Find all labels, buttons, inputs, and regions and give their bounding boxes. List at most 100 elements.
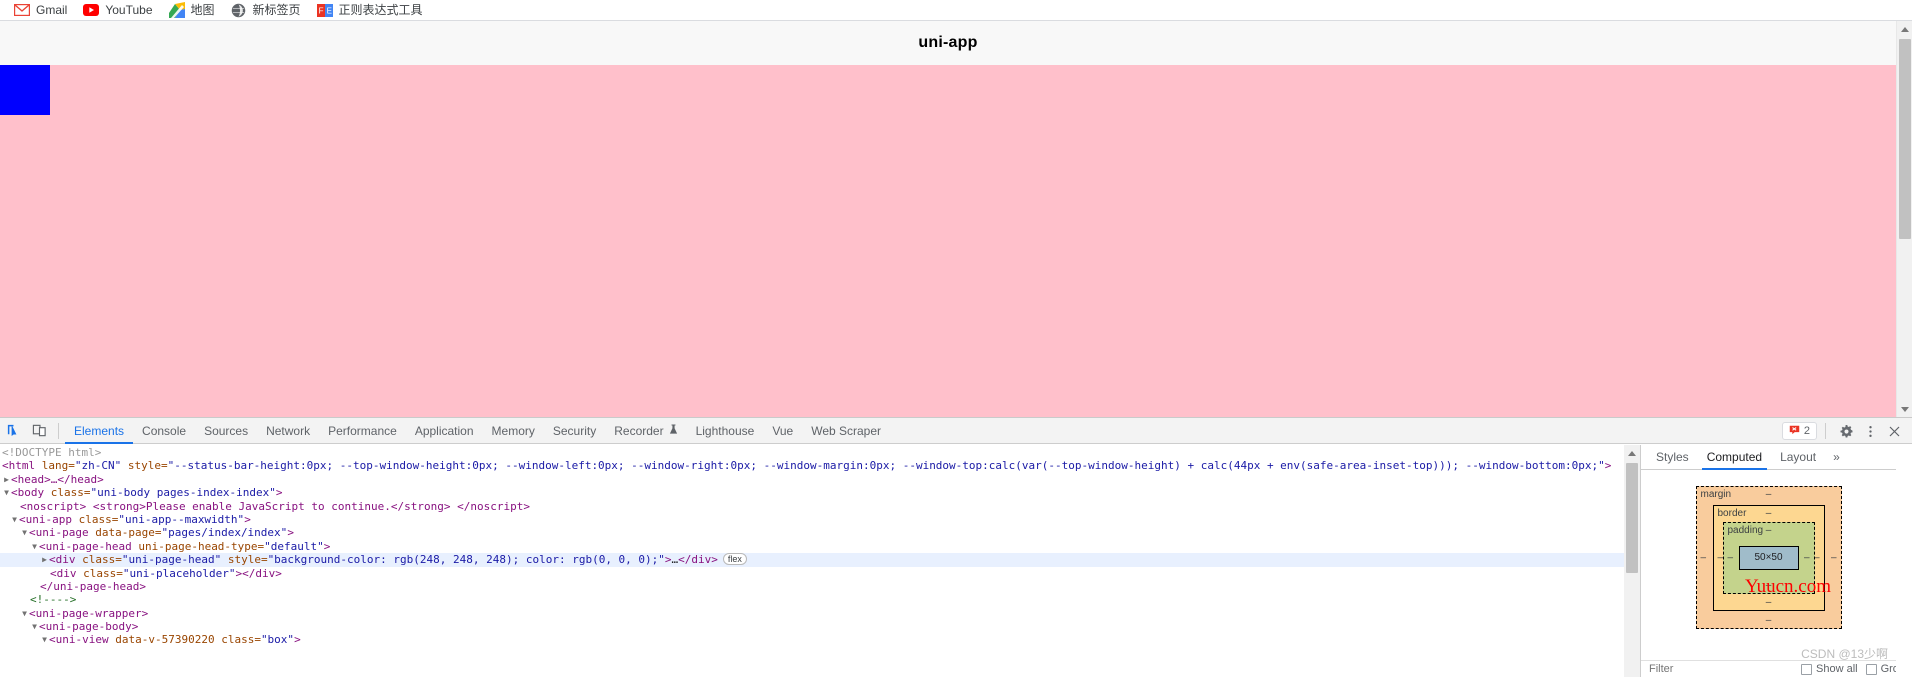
dom-tree: <!DOCTYPE html> <html lang="zh-CN" style…: [0, 445, 1624, 647]
collapse-triangle-icon[interactable]: [10, 513, 19, 526]
collapse-triangle-icon[interactable]: [20, 607, 29, 620]
inspect-element-icon[interactable]: [0, 419, 26, 443]
dom-line[interactable]: </uni-page-head>: [0, 580, 1624, 593]
dom-line[interactable]: <!---->: [0, 593, 1624, 606]
collapse-triangle-icon[interactable]: [2, 486, 11, 499]
bookmark-new-tab[interactable]: 新标签页: [223, 1, 309, 20]
attr-name: class=: [71, 512, 119, 526]
tag-name: <uni-page: [29, 526, 89, 540]
margin-left-value[interactable]: –: [1701, 552, 1707, 563]
attr-value: "pages/index/index": [161, 526, 288, 540]
dom-line[interactable]: <body class="uni-body pages-index-index"…: [0, 486, 1624, 499]
border-bottom-value[interactable]: –: [1766, 597, 1772, 608]
tab-recorder[interactable]: Recorder: [605, 418, 686, 444]
dom-line[interactable]: <div class="uni-placeholder"></div>: [0, 567, 1624, 580]
collapsed-node: <head>…</head>: [11, 472, 104, 486]
bookmark-youtube[interactable]: YouTube: [75, 1, 160, 20]
attr-name: class=: [76, 566, 123, 580]
dom-line[interactable]: <uni-app class="uni-app--maxwidth">: [0, 513, 1624, 526]
settings-gear-icon[interactable]: [1834, 419, 1858, 443]
dom-line-selected[interactable]: <div class="uni-page-head" style="backgr…: [0, 553, 1624, 567]
box-model-border[interactable]: border – – – – padding – – – – 50×50: [1712, 504, 1825, 611]
error-count-badge[interactable]: 2: [1781, 422, 1817, 440]
computed-filter-input[interactable]: [1647, 662, 1793, 676]
attr-value: "default": [264, 539, 324, 553]
expand-triangle-icon[interactable]: [2, 473, 11, 486]
more-options-icon[interactable]: [1858, 419, 1882, 443]
flex-badge[interactable]: flex: [722, 553, 747, 566]
close-devtools-icon[interactable]: [1882, 419, 1906, 443]
devtools-toolbar-right: 2: [1781, 418, 1906, 444]
tab-web-scraper[interactable]: Web Scraper: [802, 418, 890, 444]
scroll-up-arrow-icon[interactable]: [1897, 21, 1912, 37]
page-vertical-scrollbar[interactable]: [1896, 21, 1912, 417]
tab-label: Lighthouse: [695, 423, 755, 438]
dom-tree-scrollbar[interactable]: [1624, 445, 1640, 677]
padding-right-value[interactable]: –: [1804, 552, 1810, 563]
noscript-node: <noscript> <strong>Please enable JavaScr…: [20, 499, 530, 513]
tab-elements[interactable]: Elements: [65, 418, 134, 444]
elements-dom-panel[interactable]: <!DOCTYPE html> <html lang="zh-CN" style…: [0, 445, 1640, 677]
tab-sources[interactable]: Sources: [195, 418, 257, 444]
page-scrollbar-thumb[interactable]: [1899, 39, 1911, 239]
box-model-padding[interactable]: padding – – – – 50×50: [1722, 521, 1815, 594]
scroll-down-arrow-icon[interactable]: [1897, 401, 1912, 417]
show-all-checkbox[interactable]: [1801, 663, 1812, 675]
bookmark-gmail[interactable]: Gmail: [6, 1, 75, 20]
tab-application[interactable]: Application: [406, 418, 483, 444]
scroll-up-arrow-icon[interactable]: [1624, 445, 1640, 461]
tab-vue[interactable]: Vue: [763, 418, 802, 444]
tab-console[interactable]: Console: [133, 418, 195, 444]
dom-scrollbar-thumb[interactable]: [1626, 463, 1638, 573]
bookmark-maps[interactable]: 地图: [161, 1, 223, 20]
dom-line[interactable]: <uni-view data-v-57390220 class="box">: [0, 633, 1624, 646]
sidebar-tab-computed[interactable]: Computed: [1698, 445, 1771, 470]
tab-label: Vue: [772, 423, 794, 438]
dom-line[interactable]: <noscript> <strong>Please enable JavaScr…: [0, 500, 1624, 513]
attr-value: "--status-bar-height:0px; --top-window-h…: [167, 459, 1605, 473]
box-model-margin[interactable]: margin – – – – border – – – – padding –: [1695, 486, 1842, 629]
gmail-icon: [14, 2, 30, 18]
device-toolbar-icon[interactable]: [26, 419, 52, 443]
padding-left-value[interactable]: –: [1728, 552, 1734, 563]
margin-top-value[interactable]: –: [1766, 489, 1772, 500]
border-right-value[interactable]: –: [1814, 552, 1820, 563]
margin-bottom-value[interactable]: –: [1766, 615, 1772, 626]
tab-memory[interactable]: Memory: [483, 418, 544, 444]
tab-network[interactable]: Network: [257, 418, 319, 444]
margin-right-value[interactable]: –: [1831, 552, 1837, 563]
collapse-triangle-icon[interactable]: [30, 620, 39, 633]
dom-line[interactable]: <uni-page-head uni-page-head-type="defau…: [0, 540, 1624, 553]
group-checkbox[interactable]: [1865, 663, 1877, 675]
tab-lighthouse[interactable]: Lighthouse: [687, 418, 764, 444]
collapse-triangle-icon[interactable]: [40, 633, 49, 646]
expand-triangle-icon[interactable]: [40, 553, 49, 566]
tab-label: Recorder: [614, 423, 664, 438]
collapse-triangle-icon[interactable]: [20, 526, 29, 539]
attr-name: style=: [121, 459, 168, 473]
border-top-value[interactable]: –: [1766, 508, 1772, 519]
attr-name: class=: [214, 633, 261, 647]
dom-line[interactable]: <uni-page-body>: [0, 620, 1624, 633]
box-model-content-size[interactable]: 50×50: [1738, 545, 1799, 570]
dom-line[interactable]: <uni-page-wrapper>: [0, 607, 1624, 620]
dom-line[interactable]: <head>…</head>: [0, 473, 1624, 486]
dom-line[interactable]: <uni-page data-page="pages/index/index">: [0, 526, 1624, 539]
dom-line[interactable]: <html lang="zh-CN" style="--status-bar-h…: [0, 459, 1624, 472]
padding-top-value[interactable]: –: [1766, 525, 1772, 536]
bookmark-regex-tool[interactable]: F E 正则表达式工具: [309, 1, 431, 20]
sidebar-tab-layout[interactable]: Layout: [1771, 445, 1825, 470]
tab-security[interactable]: Security: [544, 418, 605, 444]
padding-bottom-value[interactable]: –: [1766, 580, 1772, 591]
show-all-checkbox-item[interactable]: Show all: [1801, 663, 1858, 675]
bookmark-label: 新标签页: [252, 3, 301, 17]
collapse-triangle-icon[interactable]: [30, 540, 39, 553]
attr-name: class=: [44, 486, 91, 500]
tab-label: Memory: [491, 423, 535, 438]
dom-line[interactable]: <!DOCTYPE html>: [0, 446, 1624, 459]
sidebar-more-tabs-icon[interactable]: »: [1825, 450, 1848, 464]
sidebar-tab-styles[interactable]: Styles: [1647, 445, 1698, 470]
attr-value: "uni-placeholder": [122, 566, 236, 580]
group-checkbox-item[interactable]: Group: [1865, 663, 1896, 675]
tab-performance[interactable]: Performance: [319, 418, 406, 444]
